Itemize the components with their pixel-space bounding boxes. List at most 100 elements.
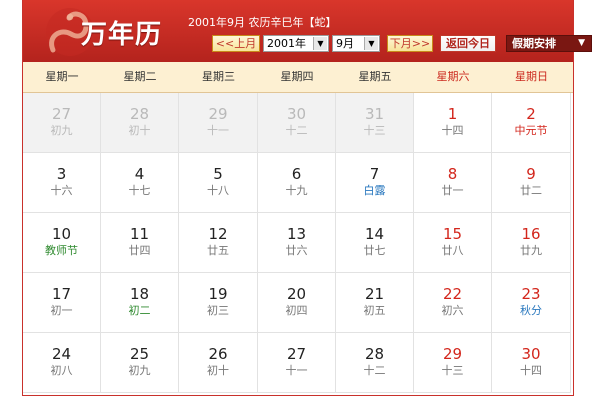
calendar-day-cell[interactable]: 25 初九: [101, 333, 179, 393]
lunar-date: 秋分: [520, 304, 542, 317]
calendar-day-cell[interactable]: 20 初四: [258, 273, 336, 333]
weekday-header-row: 星期一 星期二 星期三 星期四 星期五 星期六 星期日: [23, 62, 573, 93]
day-number: 10: [51, 225, 72, 243]
lunar-date: 十六: [50, 184, 73, 197]
day-number: 23: [521, 285, 541, 303]
calendar-day-cell[interactable]: 5 十八: [179, 153, 258, 213]
calendar-widget: 万年历 2001年9月 农历辛巳年【蛇】 <<上月 2001年 ▼ 9月 ▼ 下…: [22, 0, 592, 396]
lunar-date: 廿八: [441, 244, 464, 257]
calendar-header: 万年历 2001年9月 农历辛巳年【蛇】 <<上月 2001年 ▼ 9月 ▼ 下…: [23, 0, 592, 62]
calendar-day-cell[interactable]: 19 初三: [179, 273, 258, 333]
calendar-day-cell[interactable]: 15 廿八: [414, 213, 492, 273]
calendar-day-cell[interactable]: 31 十三: [336, 93, 414, 153]
day-number: 15: [442, 225, 463, 243]
day-number: 19: [208, 285, 228, 303]
lunar-date: 初一: [50, 304, 73, 317]
day-number: 18: [129, 285, 150, 303]
calendar-day-cell[interactable]: 18 初二: [101, 273, 179, 333]
calendar-day-cell[interactable]: 17 初一: [23, 273, 101, 333]
calendar-day-cell[interactable]: 2 中元节: [492, 93, 571, 153]
day-number: 8: [447, 165, 458, 183]
calendar-day-cell[interactable]: 30 十二: [258, 93, 336, 153]
day-number: 30: [521, 345, 541, 363]
lunar-date: 廿七: [363, 244, 386, 257]
day-number: 14: [364, 225, 385, 243]
calendar-day-cell[interactable]: 3 十六: [23, 153, 101, 213]
calendar-day-cell[interactable]: 16 廿九: [492, 213, 571, 273]
lunar-date: 廿二: [520, 184, 542, 197]
day-number: 28: [364, 345, 385, 363]
calendar-day-cell[interactable]: 10 教师节: [23, 213, 101, 273]
month-select-value: 9月: [336, 37, 354, 50]
day-number: 20: [286, 285, 307, 303]
lunar-date: 廿九: [520, 244, 542, 257]
day-number: 5: [213, 165, 223, 183]
day-number: 22: [442, 285, 463, 303]
back-to-today-button[interactable]: 返回今日: [440, 35, 496, 52]
lunar-date: 十九: [285, 184, 308, 197]
lunar-date: 十四: [520, 364, 542, 377]
weekday-label: 星期一: [45, 70, 79, 83]
lunar-date: 十四: [441, 124, 464, 137]
calendar-day-cell[interactable]: 26 初十: [179, 333, 258, 393]
lunar-date: 教师节: [45, 244, 78, 257]
lunar-date: 初四: [285, 304, 308, 317]
day-number: 21: [364, 285, 385, 303]
calendar-day-cell[interactable]: 21 初五: [336, 273, 414, 333]
day-number: 27: [286, 345, 307, 363]
year-select[interactable]: 2001年 ▼: [263, 35, 329, 52]
calendar-day-cell[interactable]: 13 廿六: [258, 213, 336, 273]
lunar-date: 廿四: [128, 244, 151, 257]
day-number: 6: [291, 165, 302, 183]
dropdown-arrow-icon[interactable]: ▼: [313, 37, 327, 50]
day-number: 25: [129, 345, 150, 363]
calendar-day-cell[interactable]: 23 秋分: [492, 273, 571, 333]
day-number: 7: [369, 165, 380, 183]
lunar-date: 十八: [207, 184, 229, 197]
day-number: 31: [364, 105, 385, 123]
calendar-day-cell[interactable]: 28 十二: [336, 333, 414, 393]
lunar-date: 十三: [363, 124, 386, 137]
day-number: 30: [286, 105, 307, 123]
day-number: 29: [442, 345, 463, 363]
calendar-day-cell[interactable]: 14 廿七: [336, 213, 414, 273]
prev-month-button[interactable]: <<上月: [212, 35, 260, 52]
calendar-day-cell[interactable]: 11 廿四: [101, 213, 179, 273]
lunar-date: 初八: [50, 364, 73, 377]
dropdown-arrow-icon[interactable]: ▼: [364, 37, 378, 50]
lunar-date: 廿五: [207, 244, 229, 257]
calendar-day-cell[interactable]: 30 十四: [492, 333, 571, 393]
day-number: 28: [129, 105, 150, 123]
calendar-day-cell[interactable]: 9 廿二: [492, 153, 571, 213]
calendar-day-cell[interactable]: 6 十九: [258, 153, 336, 213]
lunar-date: 十七: [128, 184, 151, 197]
calendar-day-cell[interactable]: 1 十四: [414, 93, 492, 153]
calendar-day-cell[interactable]: 22 初六: [414, 273, 492, 333]
lunar-date: 初十: [207, 364, 229, 377]
weekday-label: 星期二: [123, 70, 157, 83]
brand-title: 万年历: [81, 20, 163, 50]
month-select[interactable]: 9月 ▼: [332, 35, 380, 52]
calendar-day-cell[interactable]: 29 十三: [414, 333, 492, 393]
lunar-date: 十二: [363, 364, 386, 377]
day-number: 16: [521, 225, 541, 243]
weekday-label: 星期五: [358, 70, 392, 83]
calendar-day-cell[interactable]: 24 初八: [23, 333, 101, 393]
calendar-day-cell[interactable]: 8 廿一: [414, 153, 492, 213]
day-number: 17: [51, 285, 72, 303]
lunar-date: 十三: [441, 364, 464, 377]
calendar-day-cell[interactable]: 28 初十: [101, 93, 179, 153]
lunar-year-info: 2001年9月 农历辛巳年【蛇】: [188, 16, 337, 29]
calendar-day-cell[interactable]: 4 十七: [101, 153, 179, 213]
lunar-date: 廿六: [285, 244, 308, 257]
holiday-schedule-button[interactable]: 假期安排 ▼: [506, 35, 592, 52]
lunar-date: 白露: [363, 184, 386, 197]
calendar-day-cell[interactable]: 29 十一: [179, 93, 258, 153]
calendar-day-cell[interactable]: 27 十一: [258, 333, 336, 393]
calendar-day-cell[interactable]: 7 白露: [336, 153, 414, 213]
day-number: 29: [208, 105, 228, 123]
calendar-day-cell[interactable]: 12 廿五: [179, 213, 258, 273]
next-month-button[interactable]: 下月>>: [387, 35, 433, 52]
calendar-day-cell[interactable]: 27 初九: [23, 93, 101, 153]
day-number: 9: [526, 165, 536, 183]
